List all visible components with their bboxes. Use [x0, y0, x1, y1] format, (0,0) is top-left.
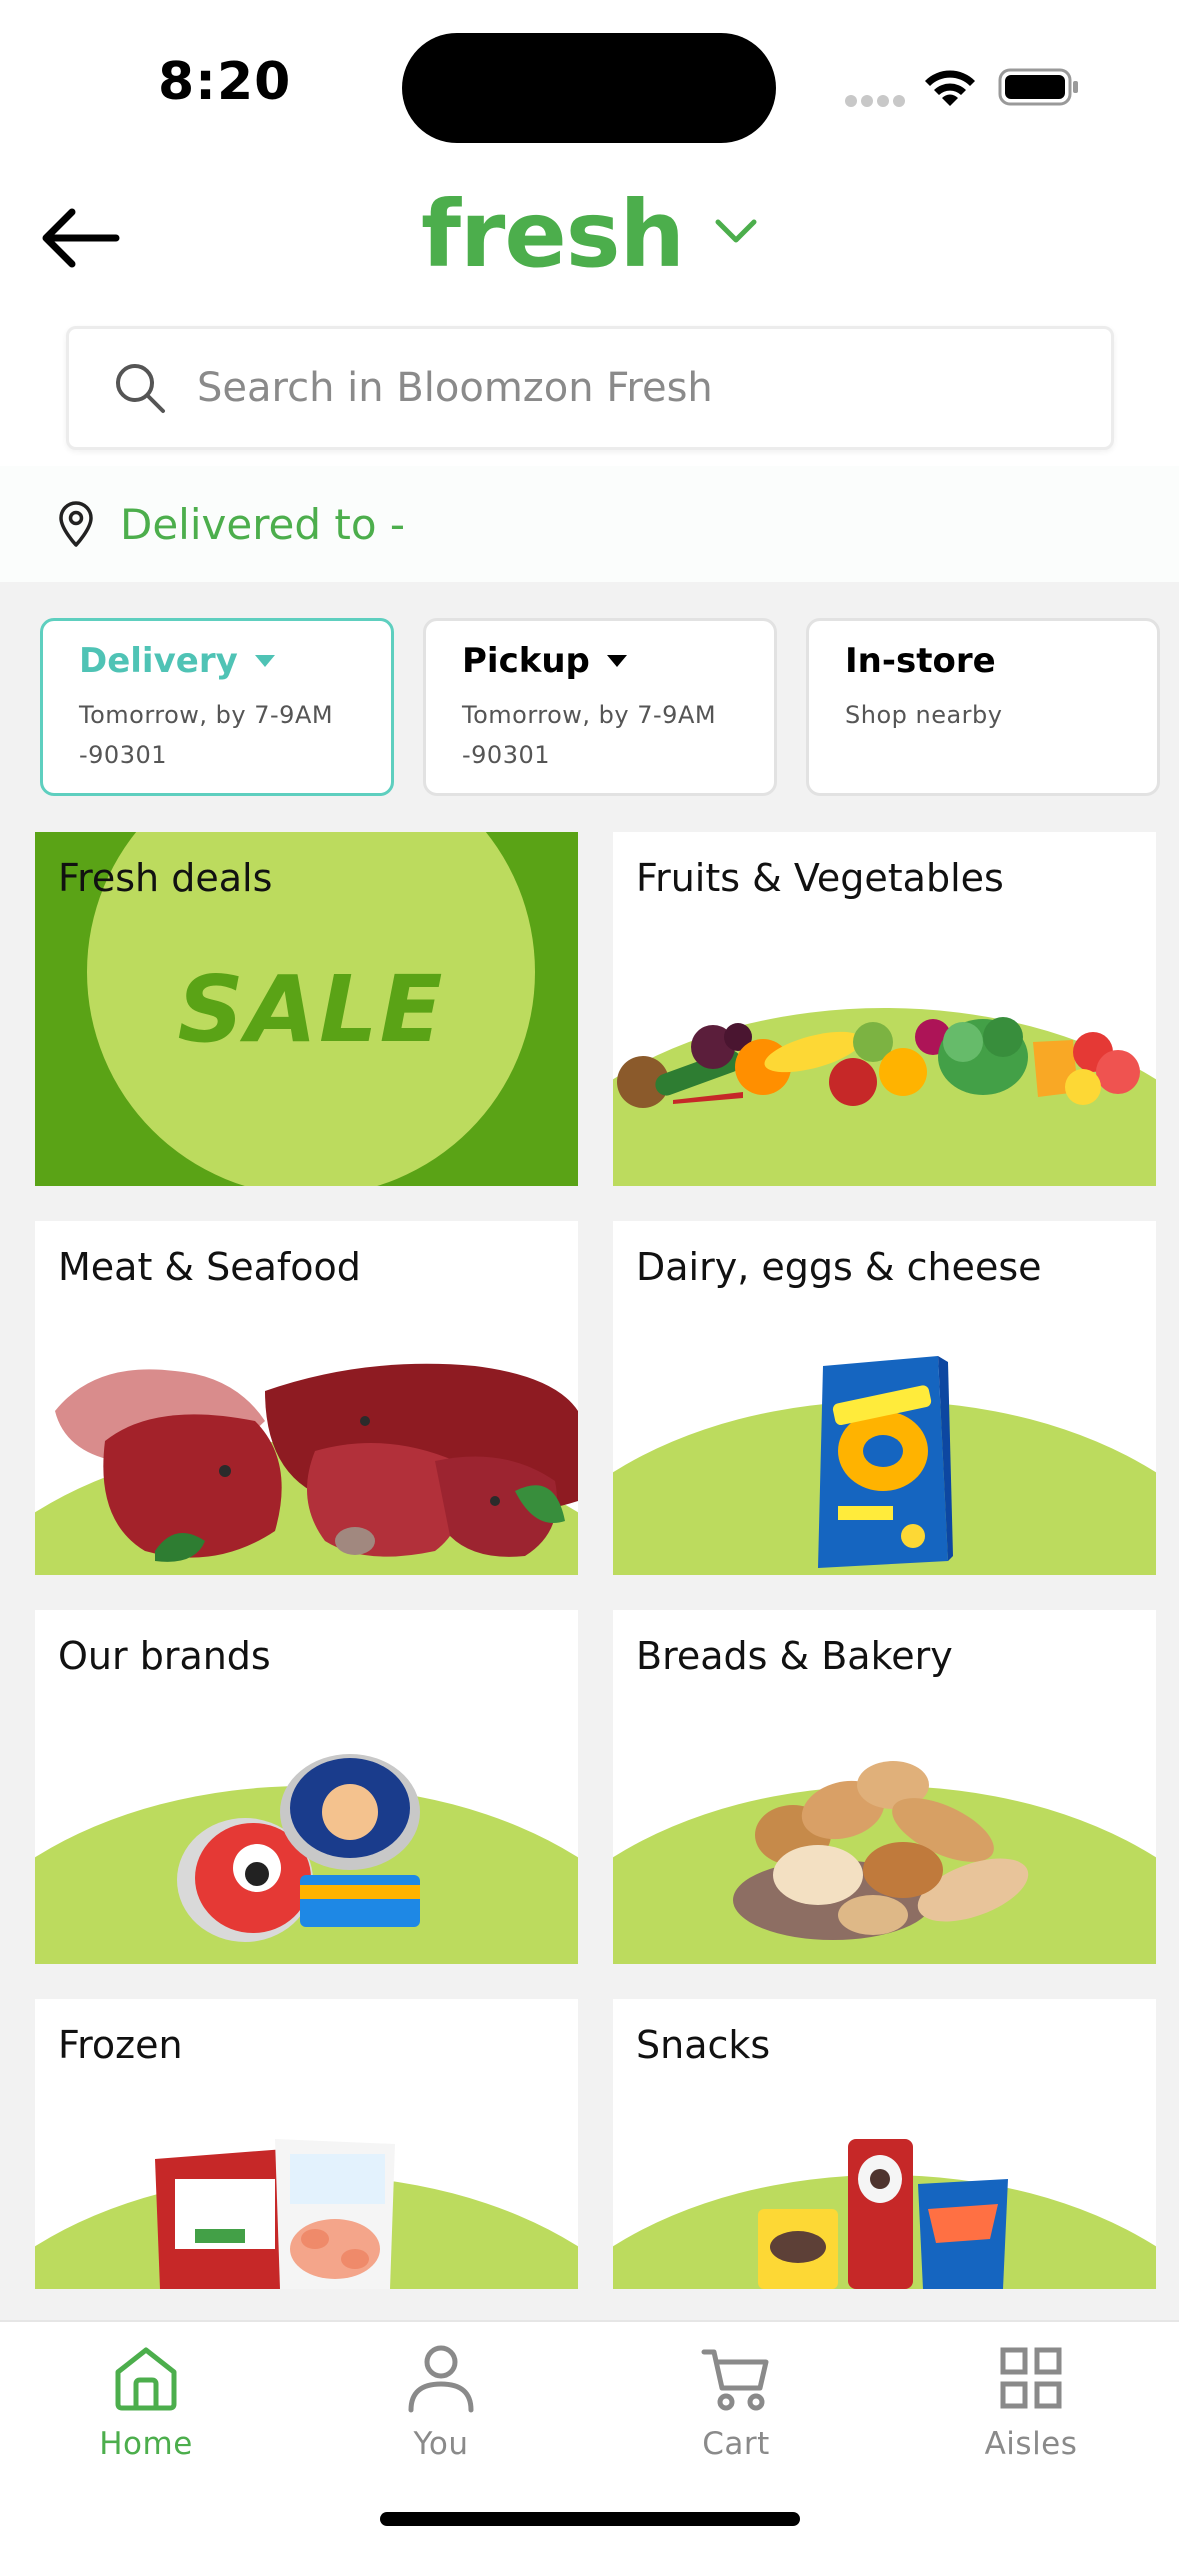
tab-label: You: [413, 2426, 469, 2462]
tab-cart[interactable]: Cart: [636, 2342, 836, 2492]
category-frozen[interactable]: Frozen: [35, 1999, 578, 2289]
dynamic-island: [402, 33, 776, 143]
sale-badge: SALE: [177, 956, 445, 1063]
mode-title: Delivery: [79, 641, 238, 681]
frozen-products-image: [155, 2139, 395, 2289]
tab-home[interactable]: Home: [46, 2342, 246, 2492]
mode-title: In-store: [845, 641, 996, 681]
status-time: 8:20: [158, 52, 292, 112]
tab-aisles[interactable]: Aisles: [931, 2342, 1131, 2492]
category-fresh-deals[interactable]: Fresh deals SALE: [35, 832, 578, 1186]
cheese-snack-box-image: [818, 1356, 953, 1568]
tab-you[interactable]: You: [341, 2342, 541, 2492]
category-label: Meat & Seafood: [58, 1245, 361, 1289]
home-indicator: [380, 2512, 800, 2526]
mode-subtitle: Tomorrow, by 7-9AM: [79, 701, 334, 729]
snacks-image: [758, 2139, 1008, 2289]
category-label: Fruits & Vegetables: [636, 856, 1004, 900]
fruits-vegetables-image: [617, 1017, 1140, 1108]
chevron-down-icon: [715, 219, 757, 243]
wifi-icon: [925, 70, 975, 106]
status-bar: 8:20: [0, 0, 1179, 170]
cellular-signal-icon: [845, 95, 905, 107]
location-pin-icon: [59, 501, 93, 547]
home-icon: [115, 2347, 177, 2411]
mode-title: Pickup: [462, 641, 590, 681]
meat-image: [55, 1363, 578, 1562]
search-input[interactable]: [197, 365, 1077, 411]
tab-label: Home: [99, 2426, 193, 2462]
main-content: Delivery Tomorrow, by 7-9AM -90301 Picku…: [0, 582, 1179, 2320]
person-icon: [408, 2345, 474, 2413]
fulfillment-modes: Delivery Tomorrow, by 7-9AM -90301 Picku…: [40, 618, 1160, 796]
delivery-location[interactable]: Delivered to -: [0, 466, 1179, 582]
caret-down-icon: [254, 655, 275, 667]
category-label: Breads & Bakery: [636, 1634, 953, 1678]
category-label: Fresh deals: [58, 856, 273, 900]
category-meat-seafood[interactable]: Meat & Seafood: [35, 1221, 578, 1575]
search-bar[interactable]: [66, 326, 1114, 450]
search-icon: [116, 364, 165, 413]
fresh-logo: fresh: [420, 181, 685, 288]
category-label: Dairy, eggs & cheese: [636, 1245, 1042, 1289]
mode-subtitle: Tomorrow, by 7-9AM: [462, 701, 717, 729]
category-our-brands[interactable]: Our brands: [35, 1610, 578, 1964]
category-label: Frozen: [58, 2023, 183, 2067]
category-dairy-eggs-cheese[interactable]: Dairy, eggs & cheese: [613, 1221, 1156, 1575]
mode-zip: -90301: [462, 741, 551, 769]
battery-icon: [998, 68, 1078, 106]
tab-label: Cart: [702, 2426, 770, 2462]
category-fruits-vegetables[interactable]: Fruits & Vegetables: [613, 832, 1156, 1186]
mode-zip: -90301: [79, 741, 168, 769]
category-label: Snacks: [636, 2023, 771, 2067]
mode-in-store[interactable]: In-store Shop nearby: [806, 618, 1160, 796]
category-label: Our brands: [58, 1634, 271, 1678]
brand-switcher[interactable]: fresh: [0, 180, 1179, 290]
cheese-tins-image: [177, 1754, 420, 1942]
mode-delivery[interactable]: Delivery Tomorrow, by 7-9AM -90301: [40, 618, 394, 796]
category-breads-bakery[interactable]: Breads & Bakery: [613, 1610, 1156, 1964]
app-header: fresh Delivered to -: [0, 170, 1179, 582]
mode-pickup[interactable]: Pickup Tomorrow, by 7-9AM -90301: [423, 618, 777, 796]
bread-basket-image: [733, 1761, 1029, 1940]
mode-subtitle: Shop nearby: [845, 701, 1003, 729]
tab-label: Aisles: [984, 2426, 1078, 2462]
grid-icon: [1000, 2347, 1062, 2409]
cart-icon: [701, 2349, 769, 2411]
delivered-to-label: Delivered to -: [120, 499, 406, 549]
caret-down-icon: [606, 655, 627, 667]
category-snacks[interactable]: Snacks: [613, 1999, 1156, 2289]
